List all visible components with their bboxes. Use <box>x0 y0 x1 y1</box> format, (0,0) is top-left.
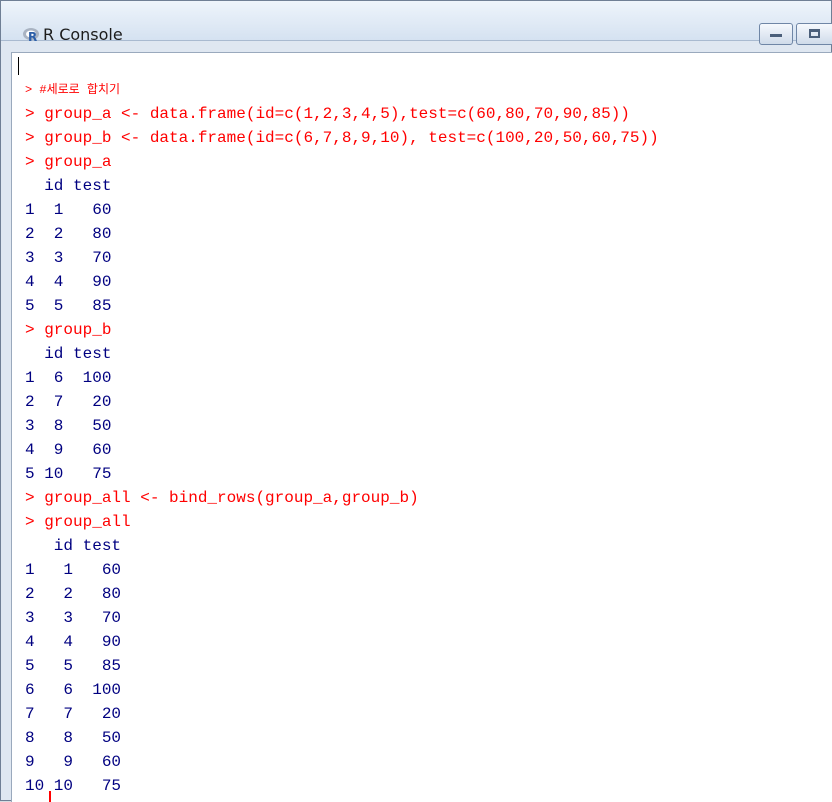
text-cursor-top <box>18 57 19 75</box>
console-output-line: 4 9 60 <box>25 441 112 459</box>
console-output-line: 4 4 90 <box>25 633 122 651</box>
console-input-line: > group_a <- data.frame(id=c(1,2,3,4,5),… <box>25 105 630 123</box>
console-output-line: id test <box>25 177 112 195</box>
console-output-line: 3 8 50 <box>25 417 112 435</box>
console-input-line: > group_b <box>25 321 112 339</box>
console-input-line: > #세로로 합치기 <box>25 83 121 97</box>
console-input-line: > group_all <- bind_rows(group_a,group_b… <box>25 489 419 507</box>
window-title: R Console <box>43 25 123 44</box>
console-output-line: 5 5 85 <box>25 657 122 675</box>
console-output-line: 4 4 90 <box>25 273 112 291</box>
console-area[interactable]: > #세로로 합치기 > group_a <- data.frame(id=c(1… <box>11 52 832 802</box>
console-output-line: 2 2 80 <box>25 225 112 243</box>
console-output-line: 5 10 75 <box>25 465 112 483</box>
console-output-line: 3 3 70 <box>25 609 122 627</box>
console-output-line: 3 3 70 <box>25 249 112 267</box>
console-output-line: 2 7 20 <box>25 393 112 411</box>
svg-text:R: R <box>28 30 37 44</box>
console-output-line: 1 6 100 <box>25 369 112 387</box>
console-output-line: 10 10 75 <box>25 777 122 795</box>
r-console-window: R R Console > #세로로 합치기 > group_a <- data.… <box>0 0 832 802</box>
console-output-line: 1 1 60 <box>25 201 112 219</box>
console-output: > #세로로 합치기 > group_a <- data.frame(id=c(1… <box>25 78 659 798</box>
title-bar[interactable]: R R Console <box>1 1 832 45</box>
console-input-line: > group_a <box>25 153 112 171</box>
input-caret <box>49 791 51 802</box>
r-logo-icon: R <box>23 28 39 44</box>
console-output-line: 2 2 80 <box>25 585 122 603</box>
console-input-line: > group_b <- data.frame(id=c(6,7,8,9,10)… <box>25 129 659 147</box>
console-output-line: 1 1 60 <box>25 561 122 579</box>
console-output-line: id test <box>25 345 112 363</box>
maximize-icon <box>809 29 820 38</box>
console-output-line: id test <box>25 537 122 555</box>
minimize-icon <box>770 34 782 37</box>
console-output-line: 9 9 60 <box>25 753 122 771</box>
console-output-line: 8 8 50 <box>25 729 122 747</box>
minimize-button[interactable] <box>759 23 793 45</box>
console-input-line: > group_all <box>25 513 131 531</box>
console-output-line: 6 6 100 <box>25 681 122 699</box>
console-output-line: 5 5 85 <box>25 297 112 315</box>
console-output-line: 7 7 20 <box>25 705 122 723</box>
maximize-button[interactable] <box>796 23 832 45</box>
